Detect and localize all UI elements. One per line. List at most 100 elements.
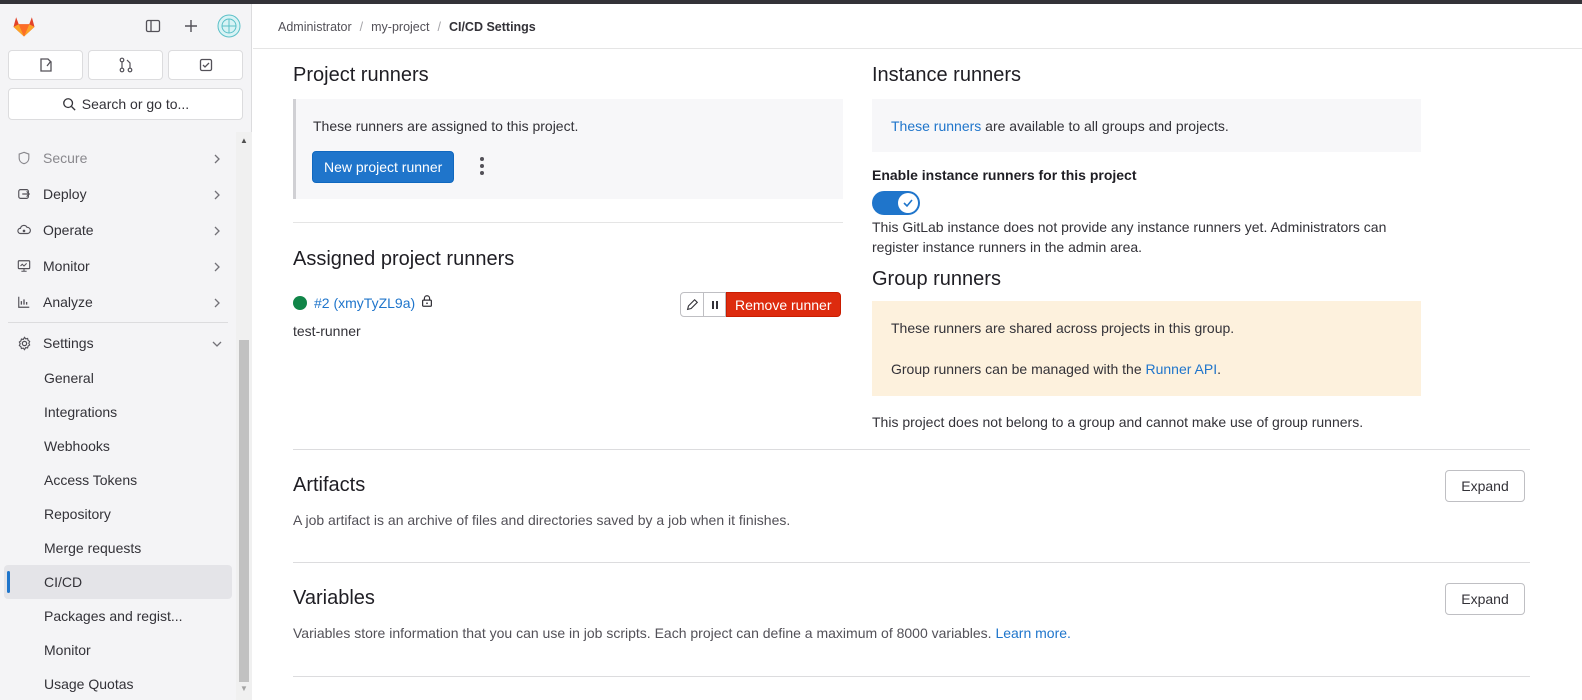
issues-tab-icon[interactable] xyxy=(8,50,83,80)
runner-actions: Remove runner xyxy=(680,292,841,317)
toggle-sidebar-icon[interactable] xyxy=(141,14,165,38)
sidebar-item-operate[interactable]: Operate xyxy=(0,212,236,248)
sidebar-item-label: Settings xyxy=(43,335,94,351)
search-icon xyxy=(62,98,76,111)
scroll-down-arrow-icon[interactable]: ▼ xyxy=(240,684,248,693)
group-runners-line2: Group runners can be managed with the Ru… xyxy=(891,361,1221,377)
pause-runner-button[interactable] xyxy=(704,292,726,317)
breadcrumb-administrator[interactable]: Administrator xyxy=(278,20,352,34)
scrollbar-thumb[interactable] xyxy=(239,340,249,682)
runner-name: test-runner xyxy=(293,323,361,339)
breadcrumb-project[interactable]: my-project xyxy=(371,20,429,34)
instance-runners-box: These runners are available to all group… xyxy=(872,99,1421,152)
sidebar-item-label: Analyze xyxy=(43,294,93,310)
artifacts-description: A job artifact is an archive of files an… xyxy=(293,512,791,528)
project-runners-description: These runners are assigned to this proje… xyxy=(313,118,579,134)
group-runners-box: These runners are shared across projects… xyxy=(872,301,1421,396)
group-line2-text: Group runners can be managed with the xyxy=(891,361,1146,377)
todos-tab-icon[interactable] xyxy=(168,50,243,80)
edit-runner-button[interactable] xyxy=(680,292,704,317)
instance-runners-toggle[interactable] xyxy=(872,191,920,215)
sidebar-sub-integrations[interactable]: Integrations xyxy=(0,395,236,429)
section-divider xyxy=(293,676,1530,677)
monitor-icon xyxy=(16,258,32,274)
avatar[interactable] xyxy=(217,14,241,38)
search-button[interactable]: Search or go to... xyxy=(8,88,243,120)
sidebar-item-label: Secure xyxy=(43,150,88,166)
sidebar-item-secure[interactable]: Secure xyxy=(0,140,236,176)
scroll-up-arrow-icon[interactable]: ▲ xyxy=(240,136,248,145)
remove-runner-button[interactable]: Remove runner xyxy=(726,292,841,317)
breadcrumb-separator: / xyxy=(359,20,364,34)
sidebar-sub-merge-requests[interactable]: Merge requests xyxy=(0,531,236,565)
sidebar-item-analyze[interactable]: Analyze xyxy=(0,284,236,320)
artifacts-expand-button[interactable]: Expand xyxy=(1445,470,1525,502)
group-runners-note: This project does not belong to a group … xyxy=(872,414,1364,430)
chart-icon xyxy=(16,294,32,310)
variables-title: Variables xyxy=(293,587,375,609)
runner-row: #2 (xmyTyZL9a) xyxy=(293,294,434,311)
sidebar-sub-monitor[interactable]: Monitor xyxy=(0,633,236,667)
kebab-menu-icon[interactable] xyxy=(478,157,486,177)
these-runners-link[interactable]: These runners xyxy=(891,118,981,134)
group-runners-line1: These runners are shared across projects… xyxy=(891,320,1235,336)
cloud-gear-icon xyxy=(16,222,32,238)
variables-expand-button[interactable]: Expand xyxy=(1445,583,1525,615)
online-status-icon xyxy=(293,295,307,310)
section-divider xyxy=(293,562,1530,563)
sidebar: Search or go to... Secure Deploy Operate… xyxy=(0,4,252,700)
variables-description: Variables store information that you can… xyxy=(293,625,1071,641)
search-label: Search or go to... xyxy=(81,96,190,112)
section-divider xyxy=(293,449,1530,450)
header-divider xyxy=(253,48,1582,49)
variables-description-text: Variables store information that you can… xyxy=(293,625,996,641)
chevron-down-icon xyxy=(212,336,222,352)
enable-instance-runners-label: Enable instance runners for this project xyxy=(872,167,1137,183)
sidebar-item-deploy[interactable]: Deploy xyxy=(0,176,236,212)
learn-more-link[interactable]: Learn more. xyxy=(995,625,1070,641)
sidebar-header xyxy=(0,4,251,48)
chevron-right-icon xyxy=(212,259,222,275)
lock-icon xyxy=(420,294,434,311)
pencil-icon xyxy=(686,298,699,310)
plus-icon[interactable] xyxy=(179,14,203,38)
sidebar-item-monitor[interactable]: Monitor xyxy=(0,248,236,284)
chevron-right-icon xyxy=(212,151,222,167)
instance-runners-help: This GitLab instance does not provide an… xyxy=(872,219,1387,255)
assigned-runners-title: Assigned project runners xyxy=(293,248,515,270)
sidebar-sub-packages[interactable]: Packages and regist... xyxy=(0,599,236,633)
rocket-icon xyxy=(16,186,32,202)
instance-runners-title: Instance runners xyxy=(872,64,1021,86)
sidebar-item-label: Deploy xyxy=(43,186,87,202)
breadcrumb-separator: / xyxy=(437,20,441,34)
sidebar-item-label: Monitor xyxy=(43,258,90,274)
sidebar-nav: Secure Deploy Operate Monitor Analyze Se… xyxy=(0,132,236,700)
merge-requests-tab-icon[interactable] xyxy=(88,50,163,80)
sidebar-sub-webhooks[interactable]: Webhooks xyxy=(0,429,236,463)
section-divider xyxy=(293,222,843,223)
sidebar-scrollbar[interactable]: ▲ ▼ xyxy=(236,132,252,700)
sidebar-item-settings[interactable]: Settings xyxy=(0,325,236,361)
instance-runners-description: These runners are available to all group… xyxy=(891,118,1229,134)
sidebar-sub-access-tokens[interactable]: Access Tokens xyxy=(0,463,236,497)
sidebar-sub-cicd[interactable]: CI/CD xyxy=(4,565,232,599)
chevron-right-icon xyxy=(212,187,222,203)
artifacts-title: Artifacts xyxy=(293,474,366,496)
runner-link[interactable]: #2 (xmyTyZL9a) xyxy=(314,295,415,311)
project-runners-title: Project runners xyxy=(293,64,429,86)
sidebar-sub-usage-quotas[interactable]: Usage Quotas xyxy=(0,667,236,700)
breadcrumb: Administrator / my-project / CI/CD Setti… xyxy=(278,20,536,34)
project-runners-box: These runners are assigned to this proje… xyxy=(293,99,843,199)
sidebar-divider xyxy=(8,322,228,323)
group-runners-title: Group runners xyxy=(872,268,1001,290)
runner-api-link[interactable]: Runner API xyxy=(1146,361,1218,377)
group-line2-end: . xyxy=(1217,361,1221,377)
sidebar-sub-general[interactable]: General xyxy=(0,361,236,395)
sidebar-item-label: Operate xyxy=(43,222,94,238)
chevron-right-icon xyxy=(212,295,222,311)
gitlab-logo-icon[interactable] xyxy=(10,12,38,40)
breadcrumb-current[interactable]: CI/CD Settings xyxy=(449,20,536,34)
new-project-runner-button[interactable]: New project runner xyxy=(312,151,455,183)
sidebar-sub-repository[interactable]: Repository xyxy=(0,497,236,531)
shield-icon xyxy=(16,150,32,166)
